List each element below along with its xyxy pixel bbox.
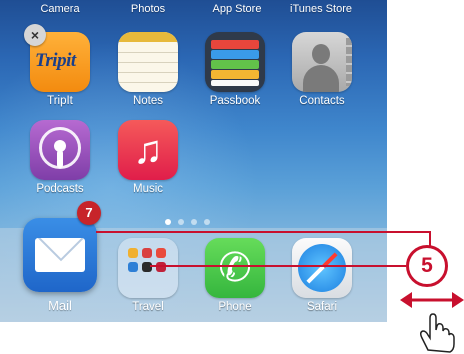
callout-lines <box>96 231 431 267</box>
step-number-badge: 5 <box>406 245 448 287</box>
hand-icon <box>419 313 455 353</box>
callout-line-mail <box>96 231 431 248</box>
swipe-gesture-icon <box>400 292 464 353</box>
